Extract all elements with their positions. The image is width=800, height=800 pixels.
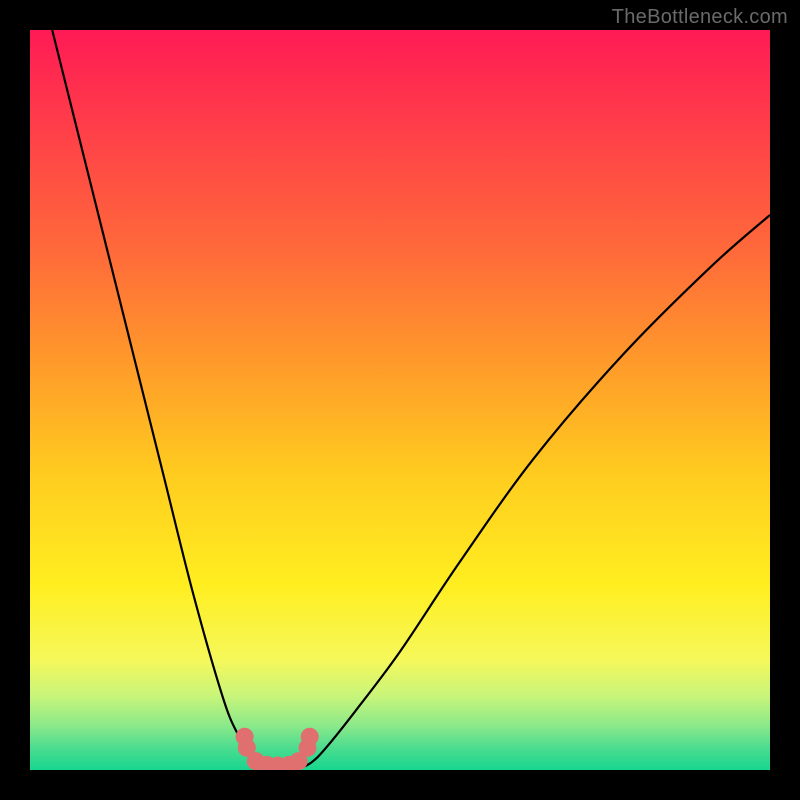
chart-area	[30, 30, 770, 770]
watermark: TheBottleneck.com	[612, 6, 788, 29]
curve-left-curve	[52, 30, 267, 770]
data-marker	[301, 728, 319, 746]
curve-group	[52, 30, 770, 770]
marker-group	[236, 728, 319, 770]
chart-svg	[30, 30, 770, 770]
curve-right-curve	[296, 215, 770, 770]
